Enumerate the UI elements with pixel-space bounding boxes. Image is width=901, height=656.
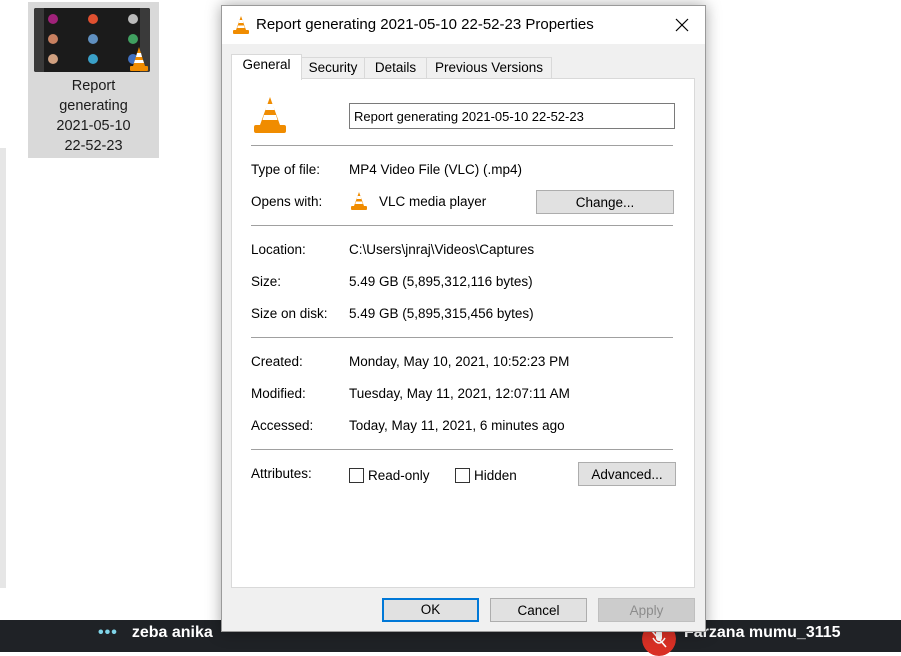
readonly-checkbox[interactable]	[349, 468, 364, 483]
tab-previous-versions[interactable]: Previous Versions	[426, 57, 552, 78]
properties-dialog: Report generating 2021-05-10 22-52-23 Pr…	[221, 5, 706, 632]
apply-button[interactable]: Apply	[598, 598, 695, 622]
vlc-cone-icon	[233, 16, 249, 34]
size-label: Size:	[251, 274, 282, 289]
created-value: Monday, May 10, 2021, 10:52:23 PM	[349, 354, 570, 369]
hidden-checkbox[interactable]	[455, 468, 470, 483]
attributes-label: Attributes:	[251, 466, 312, 481]
accessed-value: Today, May 11, 2021, 6 minutes ago	[349, 418, 565, 433]
opens-with-label: Opens with:	[251, 194, 323, 209]
tab-security[interactable]: Security	[301, 57, 365, 78]
close-icon	[675, 18, 689, 32]
participant-name-right: Farzana mumu_3115	[684, 624, 841, 641]
opens-with-value: VLC media player	[379, 194, 487, 209]
general-panel: Type of file: MP4 Video File (VLC) (.mp4…	[231, 78, 695, 588]
title-bar: Report generating 2021-05-10 22-52-23 Pr…	[222, 6, 705, 44]
size-on-disk-value: 5.49 GB (5,895,315,456 bytes)	[349, 306, 534, 321]
more-dots-icon[interactable]: •••	[98, 624, 118, 641]
desktop-file-item[interactable]: Report generating 2021-05-10 22-52-23	[28, 2, 159, 158]
file-name-field[interactable]	[349, 103, 675, 129]
tab-details[interactable]: Details	[364, 57, 427, 78]
change-button[interactable]: Change...	[536, 190, 674, 214]
readonly-label: Read-only	[368, 468, 430, 483]
window-edge	[0, 148, 6, 588]
hidden-label: Hidden	[474, 468, 517, 483]
size-value: 5.49 GB (5,895,312,116 bytes)	[349, 274, 533, 289]
created-label: Created:	[251, 354, 303, 369]
ok-button[interactable]: OK	[382, 598, 479, 622]
participant-name-left: zeba anika	[131, 624, 213, 641]
location-value: C:\Users\jnraj\Videos\Captures	[349, 242, 535, 257]
modified-label: Modified:	[251, 386, 306, 401]
location-label: Location:	[251, 242, 306, 257]
participant-left: ••• zeba anika	[98, 624, 213, 642]
tab-general[interactable]: General	[231, 54, 302, 80]
desktop-file-label: Report generating 2021-05-10 22-52-23	[56, 78, 131, 154]
vlc-cone-icon	[130, 47, 148, 71]
dialog-title: Report generating 2021-05-10 22-52-23 Pr…	[256, 16, 594, 33]
type-label: Type of file:	[251, 162, 321, 177]
type-value: MP4 Video File (VLC) (.mp4)	[349, 162, 523, 177]
advanced-button[interactable]: Advanced...	[578, 462, 676, 486]
vlc-cone-icon	[351, 192, 367, 210]
modified-value: Tuesday, May 11, 2021, 12:07:11 AM	[349, 386, 570, 401]
close-button[interactable]	[659, 6, 705, 44]
accessed-label: Accessed:	[251, 418, 314, 433]
vlc-cone-icon	[254, 97, 286, 133]
cancel-button[interactable]: Cancel	[490, 598, 587, 622]
size-on-disk-label: Size on disk:	[251, 306, 328, 321]
